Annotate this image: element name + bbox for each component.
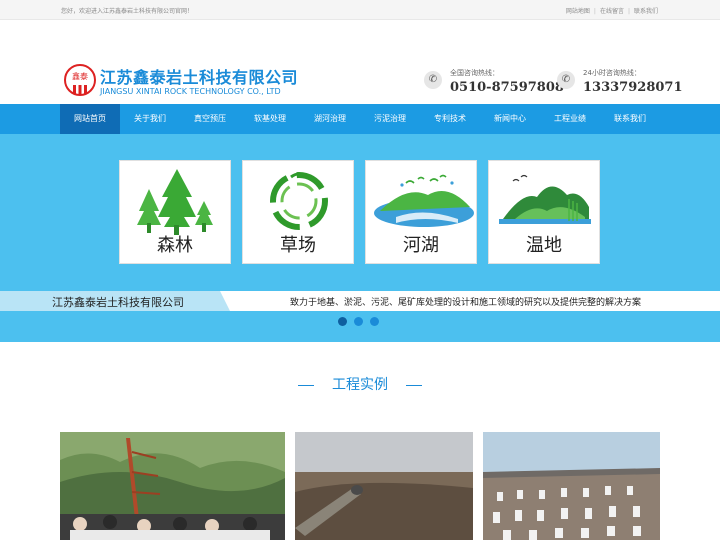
nav-news[interactable]: 新闻中心 [480, 104, 540, 134]
nav-sludge[interactable]: 污泥治理 [360, 104, 420, 134]
nav-soft-foundation[interactable]: 软基处理 [240, 104, 300, 134]
section-heading: 工程实例 [0, 374, 720, 394]
banner-strip: 江苏鑫泰岩土科技有限公司 致力于地基、淤泥、污泥、尾矿库处理的设计和施工领域的研… [0, 291, 720, 311]
hotline-number[interactable]: 13337928071 [583, 80, 683, 95]
project-image [295, 432, 473, 540]
carousel-dot-2[interactable] [354, 317, 363, 326]
project-photo-1[interactable] [60, 432, 285, 540]
hero-banner[interactable]: 森林 草场 河湖 温地 江苏鑫泰岩土科技有限公司 致力于地基、淤泥、污泥、尾矿库… [0, 134, 720, 342]
logo-mark-icon: 鑫泰 [64, 64, 96, 96]
company-name-cn: 江苏鑫泰岩土科技有限公司 [100, 68, 299, 87]
banner-slogan: 致力于地基、淤泥、污泥、尾矿库处理的设计和施工领域的研究以及提供完整的解决方案 [290, 298, 642, 308]
banner-card-grassland: 草场 [242, 160, 354, 264]
phone-icon: ✆ [557, 71, 575, 89]
contact-link[interactable]: 联系我们 [634, 8, 658, 15]
project-photo-3[interactable] [483, 432, 660, 540]
sitemap-link[interactable]: 网站地图 [566, 8, 590, 15]
river-lake-icon [374, 174, 474, 227]
card-label: 森林 [157, 235, 193, 256]
nav-contact[interactable]: 联系我们 [600, 104, 660, 134]
divider [406, 384, 422, 386]
nav-vacuum-preloading[interactable]: 真空预压 [180, 104, 240, 134]
hotline-number[interactable]: 0510-87597808 [450, 80, 564, 95]
section-title-text: 工程实例 [332, 377, 388, 393]
top-links: 网站地图 | 在线留言 | 联系我们 [566, 6, 658, 15]
logo-mark-text: 鑫泰 [72, 72, 88, 81]
company-name-en: JIANGSU XINTAI ROCK TECHNOLOGY CO., LTD [100, 87, 281, 96]
nav-projects[interactable]: 工程业绩 [540, 104, 600, 134]
carousel-dot-1[interactable] [338, 317, 347, 326]
card-label: 草场 [280, 235, 316, 256]
forest-icon [137, 169, 213, 235]
banner-card-forest: 森林 [119, 160, 231, 264]
banner-card-river-lake: 河湖 [365, 160, 477, 264]
main-nav: 网站首页 关于我们 真空预压 软基处理 湖河治理 污泥治理 专利技术 新闻中心 … [0, 104, 720, 134]
project-photo-2[interactable] [295, 432, 473, 540]
hotline-label: 全国咨询热线： [450, 69, 499, 77]
banner-card-wetland: 温地 [488, 160, 600, 264]
nav-patents[interactable]: 专利技术 [420, 104, 480, 134]
card-label: 温地 [526, 235, 562, 256]
carousel-dot-3[interactable] [370, 317, 379, 326]
banner-company-tab: 江苏鑫泰岩土科技有限公司 [0, 291, 230, 311]
banner-company-name: 江苏鑫泰岩土科技有限公司 [52, 296, 184, 309]
nav-river-lake[interactable]: 湖河治理 [300, 104, 360, 134]
project-image [483, 432, 660, 540]
phone-icon: ✆ [424, 71, 442, 89]
wetland-icon [499, 174, 591, 224]
divider: | [593, 8, 596, 15]
header: 鑫泰 江苏鑫泰岩土科技有限公司 JIANGSU XINTAI ROCK TECH… [0, 20, 720, 104]
card-label: 河湖 [403, 235, 439, 256]
nav-about[interactable]: 关于我们 [120, 104, 180, 134]
message-link[interactable]: 在线留言 [600, 8, 624, 15]
nav-home[interactable]: 网站首页 [60, 104, 120, 134]
grassland-icon [270, 172, 328, 230]
logo-pillars-icon [73, 85, 87, 94]
hotline-label: 24小时咨询热线： [583, 69, 641, 77]
divider: | [627, 8, 630, 15]
divider [298, 384, 314, 386]
top-bar: 您好，欢迎进入江苏鑫泰岩土科技有限公司官网！ 网站地图 | 在线留言 | 联系我们 [0, 0, 720, 20]
project-image [60, 432, 285, 540]
welcome-text: 您好，欢迎进入江苏鑫泰岩土科技有限公司官网！ [61, 8, 194, 15]
carousel-dots [338, 317, 386, 326]
